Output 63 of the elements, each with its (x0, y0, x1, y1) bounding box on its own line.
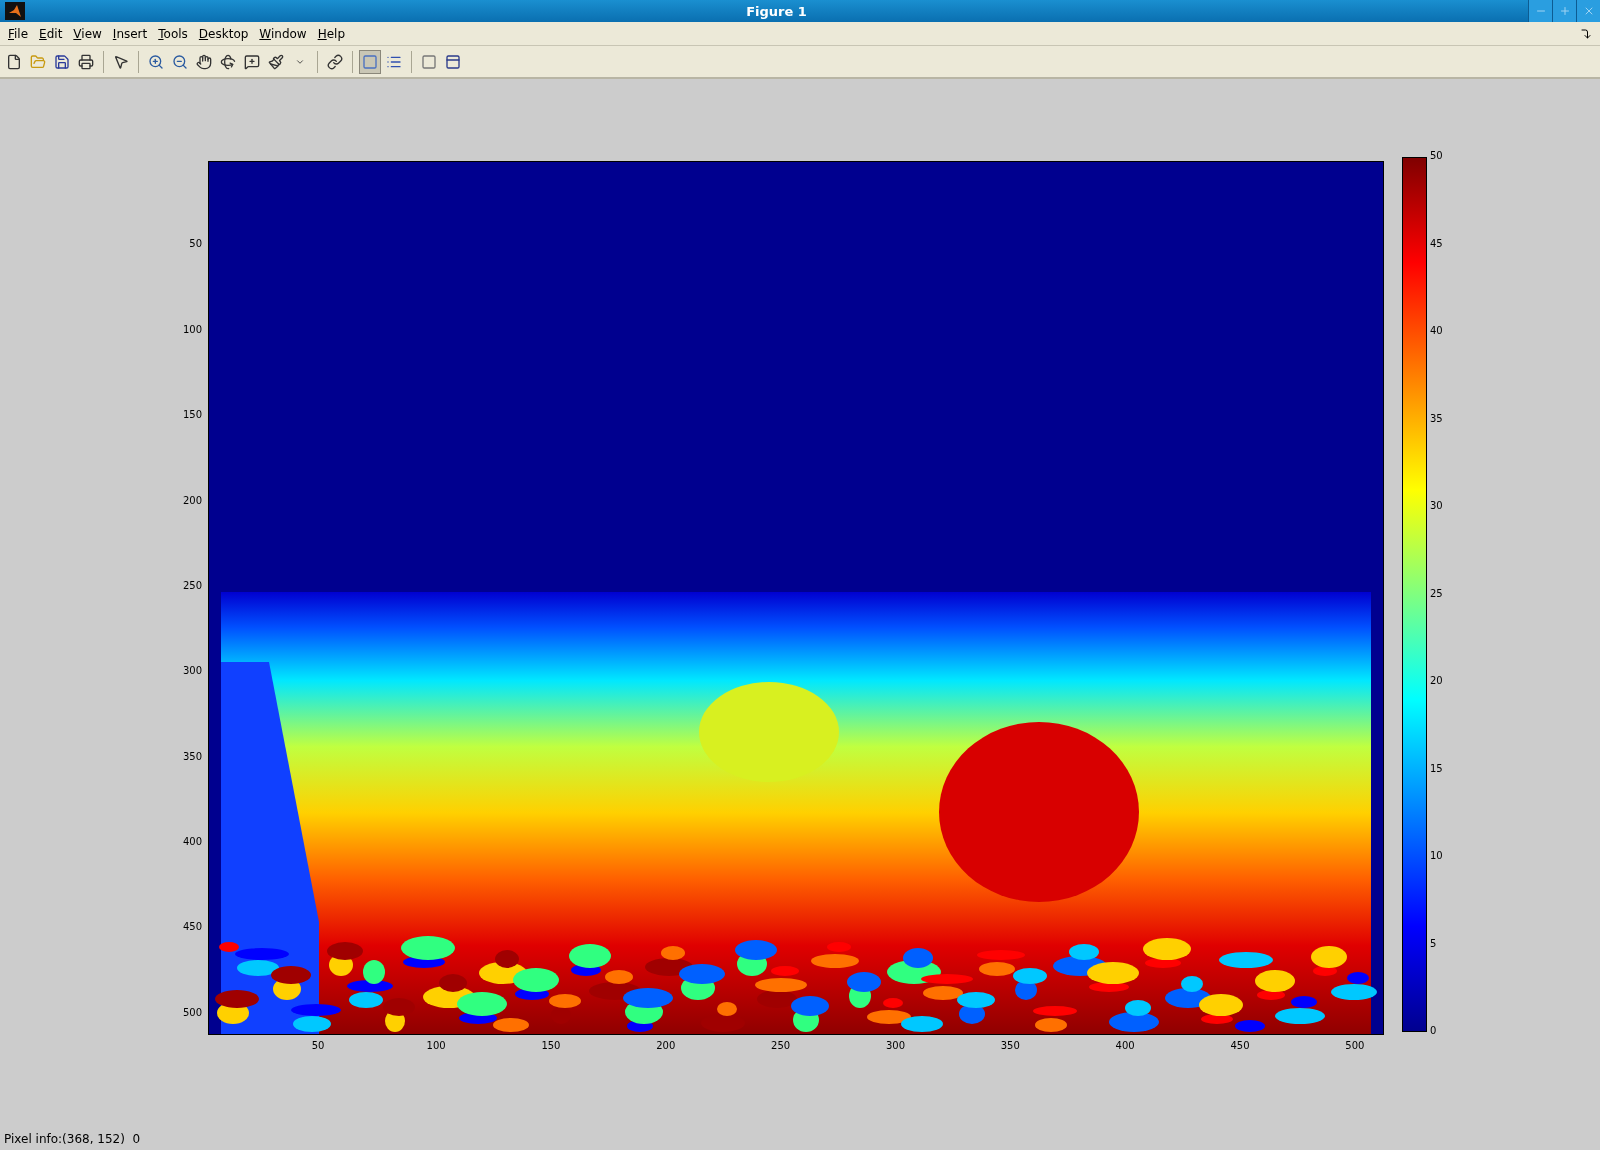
new-file-icon (6, 53, 22, 70)
x-tick-label: 400 (1115, 1040, 1135, 1051)
rotate-icon (220, 53, 236, 70)
close-button[interactable] (1576, 0, 1600, 22)
minimize-button[interactable] (1528, 0, 1552, 22)
save-icon (54, 53, 70, 70)
y-tick-label: 450 (182, 921, 202, 933)
colorbar-tick-label: 5 (1430, 937, 1437, 949)
colorbar-tick-label: 30 (1430, 500, 1443, 511)
square-icon (421, 53, 437, 70)
menu-item[interactable]: Insert (108, 26, 155, 41)
x-tick-label: 300 (885, 1040, 905, 1051)
app-logo-icon (5, 2, 25, 20)
colorbar-tick-label: 50 (1430, 150, 1443, 161)
menu-item[interactable]: Edit (35, 26, 70, 41)
link-icon (327, 53, 343, 70)
colorbar-tick-label: 0 (1430, 1025, 1437, 1036)
x-tick-label: 500 (1345, 1040, 1365, 1051)
dock-icon[interactable] (1580, 27, 1592, 40)
window-icon (445, 53, 461, 70)
zoom-in-icon (148, 53, 164, 70)
folder-icon (30, 53, 46, 70)
y-tick-label: 200 (182, 494, 202, 506)
data-cursor-icon (244, 53, 260, 70)
maximize-button[interactable] (1552, 0, 1576, 22)
x-tick-label: 150 (541, 1040, 561, 1051)
menu-item[interactable]: Window (255, 26, 314, 41)
x-tick-label: 200 (656, 1040, 676, 1051)
x-tick-label: 50 (311, 1040, 325, 1051)
x-tick-label: 250 (771, 1040, 791, 1051)
zoom-out-icon (172, 53, 188, 70)
colorbar-tick-label: 45 (1430, 237, 1443, 249)
y-tick-label: 50 (189, 238, 202, 250)
pointer-icon (113, 53, 129, 70)
y-tick-label: 150 (182, 409, 202, 421)
colorbar-tick-label: 25 (1430, 587, 1443, 599)
printer-icon (78, 53, 94, 70)
menu-item[interactable]: View (69, 26, 109, 41)
y-tick-label: 400 (182, 835, 202, 847)
y-tick-label: 300 (182, 665, 202, 677)
colorbar-icon (362, 53, 378, 70)
x-tick-label: 450 (1230, 1040, 1250, 1051)
y-tick-label: 500 (182, 1006, 202, 1018)
x-tick-label: 100 (426, 1040, 446, 1051)
colorbar-tick-label: 35 (1430, 412, 1443, 424)
colorbar-button[interactable] (359, 49, 381, 74)
menu-item[interactable]: Desktop (194, 26, 256, 41)
menu-item[interactable]: File (4, 26, 36, 41)
colorbar-tick-label: 10 (1430, 850, 1443, 861)
status-text: Pixel info:(368, 152) 0 (4, 1132, 141, 1146)
maximize-icon (1558, 5, 1571, 17)
menu-item[interactable]: Help (313, 26, 353, 41)
hand-icon (196, 53, 212, 70)
colorbar-tick-label: 40 (1430, 325, 1443, 336)
y-tick-label: 250 (182, 579, 202, 591)
brush-icon (268, 53, 284, 70)
window-title: Figure 1 (745, 3, 808, 19)
menu-item[interactable]: Tools (154, 26, 195, 41)
y-tick-label: 100 (182, 323, 202, 335)
x-tick-label: 350 (1000, 1040, 1020, 1051)
colorbar-tick-label: 15 (1430, 762, 1443, 774)
colorbar-tick-label: 20 (1430, 675, 1443, 686)
y-tick-label: 350 (182, 750, 202, 762)
